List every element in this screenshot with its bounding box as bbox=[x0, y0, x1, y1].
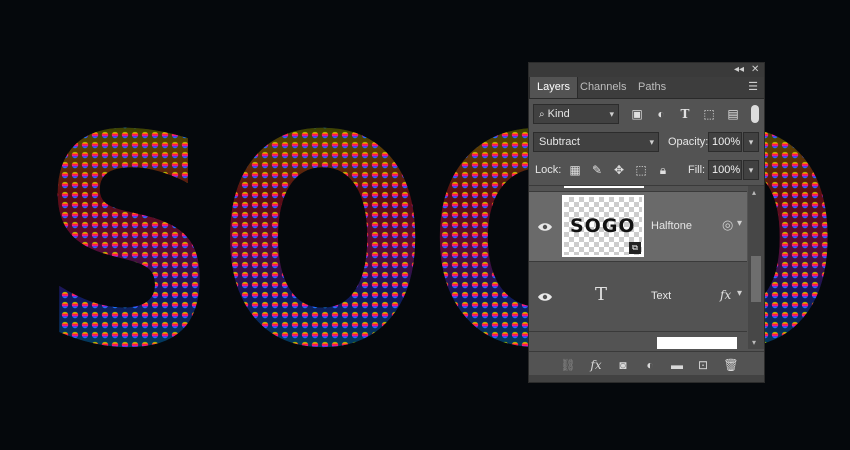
layer-name-halftone[interactable]: Halftone bbox=[651, 220, 692, 232]
panel-tabs: Layers Channels Paths ☰ bbox=[529, 77, 764, 99]
chevron-down-icon[interactable]: ▾ bbox=[737, 288, 742, 299]
lock-all-icon[interactable]: 🔒︎ bbox=[655, 162, 671, 178]
fill-chevron-icon[interactable]: ▾ bbox=[743, 160, 759, 180]
lock-position-icon[interactable]: ✥ bbox=[611, 162, 627, 178]
opacity-chevron-icon[interactable]: ▾ bbox=[743, 132, 759, 152]
chevron-down-icon[interactable]: ▾ bbox=[737, 218, 742, 229]
adjustment-filter-icon[interactable]: ◐ bbox=[653, 106, 669, 122]
lock-artboard-icon[interactable]: ⬚ bbox=[633, 162, 649, 178]
layer-row-partial[interactable] bbox=[529, 332, 747, 349]
adjustment-icon[interactable]: ◐ bbox=[642, 357, 658, 373]
layer-row-text[interactable]: T Text fx ▾ bbox=[529, 262, 747, 332]
type-layer-icon: T bbox=[595, 284, 608, 305]
new-layer-icon[interactable]: ⊡ bbox=[695, 357, 711, 373]
chevron-down-icon: ▾ bbox=[609, 109, 614, 119]
panel-title-bar[interactable]: ◂◂ ✕ bbox=[529, 63, 764, 77]
blend-row: Subtract ▾ Opacity: 100% ▾ bbox=[529, 129, 764, 155]
panel-resize-strip[interactable] bbox=[529, 375, 764, 382]
layer-thumbnail bbox=[657, 337, 737, 349]
close-panel-icon[interactable]: ✕ bbox=[751, 64, 759, 76]
lock-transparent-icon[interactable]: ▦ bbox=[567, 162, 583, 178]
folder-icon[interactable]: ▬ bbox=[669, 357, 685, 373]
layer-name-text[interactable]: Text bbox=[651, 290, 671, 302]
smart-object-filter-icon[interactable]: ▤ bbox=[725, 106, 741, 122]
filter-kind-label: Kind bbox=[547, 108, 570, 120]
blend-options-icon[interactable]: ◎ bbox=[722, 217, 733, 233]
mask-icon[interactable]: ◙ bbox=[615, 357, 631, 373]
layers-list: SOGO ⧉ Halftone ◎ ▾ T Text fx ▾ bbox=[529, 186, 747, 349]
filter-kind-dropdown[interactable]: ⌕ Kind ▾ bbox=[533, 104, 619, 124]
type-filter-icon[interactable]: T bbox=[677, 106, 693, 122]
image-filter-icon[interactable]: ▣ bbox=[629, 106, 645, 122]
scroll-up-icon[interactable]: ▴ bbox=[752, 188, 756, 197]
fx-icon[interactable]: fx bbox=[720, 288, 731, 302]
eye-icon[interactable] bbox=[537, 291, 553, 303]
tab-paths[interactable]: Paths bbox=[638, 77, 666, 98]
fill-label: Fill: bbox=[688, 164, 706, 176]
layers-scrollbar[interactable]: ▴ ▾ bbox=[748, 186, 764, 349]
panel-footer: ⛓ fx ◙ ◐ ▬ ⊡ 🗑︎ bbox=[529, 351, 764, 378]
layer-thumbnail: SOGO ⧉ bbox=[562, 195, 644, 257]
fill-input[interactable]: 100% bbox=[708, 160, 742, 180]
lock-label: Lock: bbox=[535, 164, 562, 176]
scroll-down-icon[interactable]: ▾ bbox=[752, 338, 756, 347]
link-layers-icon[interactable]: ⛓ bbox=[560, 357, 576, 373]
eye-icon[interactable] bbox=[537, 221, 553, 233]
layer-row-halftone[interactable]: SOGO ⧉ Halftone ◎ ▾ bbox=[529, 192, 747, 262]
layer-thumbnail bbox=[564, 186, 644, 188]
layer-thumbnail-text: SOGO bbox=[570, 215, 636, 237]
fx-icon[interactable]: fx bbox=[588, 357, 604, 373]
collapse-panel-icon[interactable]: ◂◂ bbox=[734, 64, 744, 76]
lock-row: Lock: ▦ ✎ ✥ ⬚ 🔒︎ Fill: 100% ▾ bbox=[529, 157, 764, 183]
blend-mode-value: Subtract bbox=[539, 136, 580, 148]
lock-image-icon[interactable]: ✎ bbox=[589, 162, 605, 178]
panel-menu-icon[interactable]: ☰ bbox=[748, 82, 758, 93]
filter-toggle-switch[interactable] bbox=[751, 105, 759, 123]
tab-channels[interactable]: Channels bbox=[580, 77, 626, 98]
blend-mode-dropdown[interactable]: Subtract ▾ bbox=[533, 132, 659, 152]
search-icon: ⌕ bbox=[539, 109, 545, 120]
chevron-down-icon: ▾ bbox=[649, 137, 654, 147]
smart-object-badge-icon: ⧉ bbox=[629, 242, 641, 254]
layers-panel: ◂◂ ✕ Layers Channels Paths ☰ ⌕ Kind ▾ ▣ … bbox=[528, 62, 765, 383]
tab-layers[interactable]: Layers bbox=[529, 77, 579, 98]
trash-icon[interactable]: 🗑︎ bbox=[723, 357, 739, 373]
scrollbar-thumb[interactable] bbox=[751, 256, 761, 302]
opacity-input[interactable]: 100% bbox=[708, 132, 742, 152]
opacity-label: Opacity: bbox=[668, 136, 709, 148]
filter-row: ⌕ Kind ▾ ▣ ◐ T ⬚ ▤ bbox=[529, 101, 764, 127]
shape-filter-icon[interactable]: ⬚ bbox=[701, 106, 717, 122]
